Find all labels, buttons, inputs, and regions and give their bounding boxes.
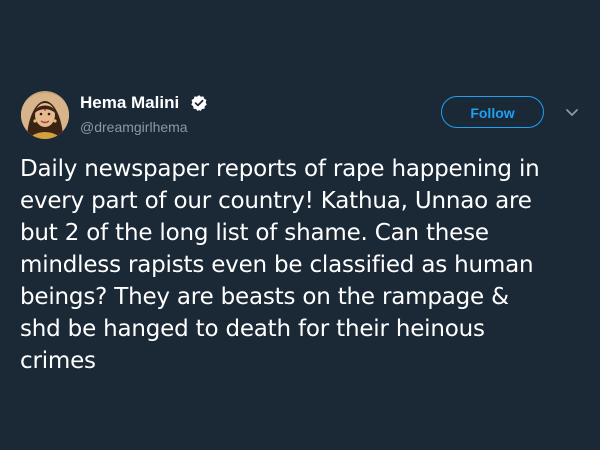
author-handle[interactable]: @dreamgirlhema — [80, 119, 188, 135]
tweet-text-line: shd be hanged to death for their heinous — [20, 316, 485, 342]
author-name[interactable]: Hema Malini — [80, 93, 179, 113]
tweet-text-line: crimes — [20, 348, 96, 374]
avatar[interactable] — [21, 91, 69, 139]
follow-button[interactable]: Follow — [441, 96, 544, 128]
tweet-card: Hema Malini @dreamgirlhema Follow Daily … — [0, 0, 600, 450]
tweet-text-line: Daily newspaper reports of rape happenin… — [20, 156, 540, 182]
verified-badge-icon — [191, 95, 207, 111]
profile-photo-icon — [21, 91, 69, 139]
tweet-text-line: mindless rapists even be classified as h… — [20, 252, 534, 278]
tweet-text-line: but 2 of the long list of shame. Can the… — [20, 220, 489, 246]
tweet-text-line: every part of our country! Kathua, Unnao… — [20, 188, 532, 214]
tweet-text: Daily newspaper reports of rape happenin… — [20, 153, 585, 377]
tweet-text-line: beings? They are beasts on the rampage & — [20, 284, 509, 310]
chevron-down-icon[interactable] — [564, 106, 580, 120]
